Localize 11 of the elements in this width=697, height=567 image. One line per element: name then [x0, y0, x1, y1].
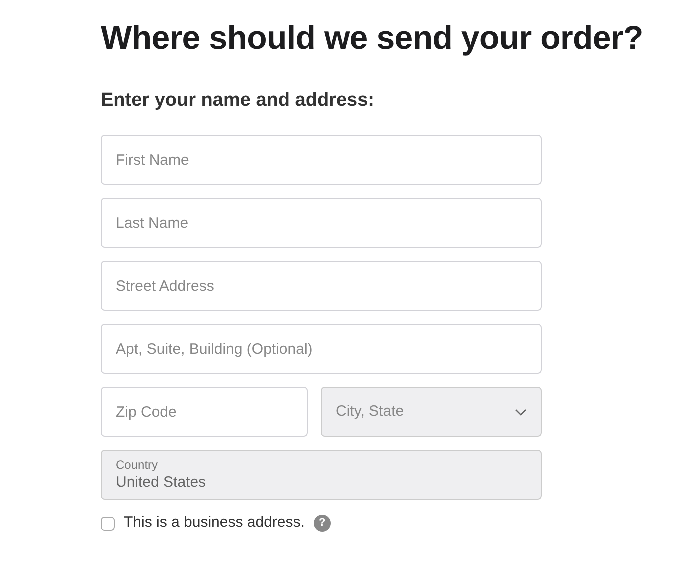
- help-icon[interactable]: ?: [314, 515, 331, 532]
- input-field[interactable]: Apt, Suite, Building (Optional): [101, 324, 542, 374]
- checkbox-label: This is a business address.: [124, 513, 305, 534]
- section-heading: Enter your name and address:: [101, 90, 376, 112]
- input-field[interactable]: Zip Code: [101, 387, 308, 438]
- page-heading: Where should we send your order?: [101, 18, 644, 58]
- input-field[interactable]: Street Address: [101, 261, 542, 312]
- chevron-down-icon: [515, 408, 527, 416]
- input-field[interactable]: Last Name: [101, 198, 542, 248]
- input-field[interactable]: First Name: [101, 135, 542, 186]
- checkbox[interactable]: [101, 516, 115, 531]
